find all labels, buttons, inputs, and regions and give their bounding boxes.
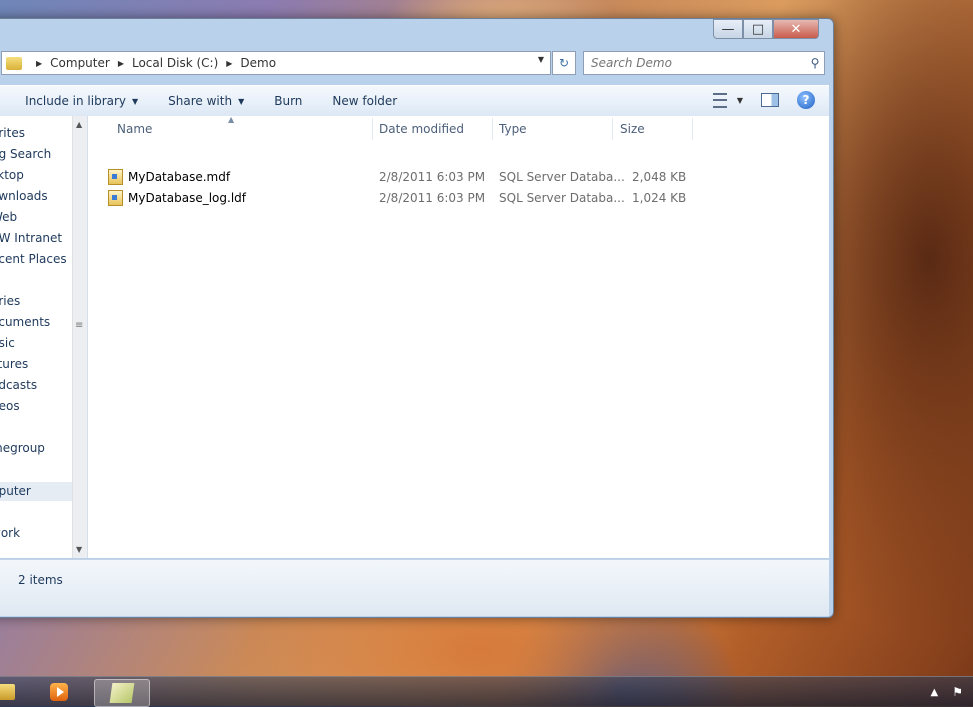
sort-ascending-icon: ▲ [228,115,235,124]
burn-label: Burn [274,94,303,108]
file-row[interactable]: MyDatabase_log.ldf 2/8/2011 6:03 PM SQL … [88,187,829,208]
item-count: 2 items [18,573,63,587]
address-row: ▶ Computer ▶ Local Disk (C:) ▶ Demo ▼ ↻ … [1,51,825,75]
column-header-row: ▲ Name Date modified Type Size [88,115,829,142]
media-player-icon [50,683,68,701]
column-type[interactable]: Type [499,122,527,136]
nav-item-searches[interactable]: ng Search [0,145,77,164]
view-options-icon[interactable] [712,92,727,108]
address-bar[interactable]: ▶ Computer ▶ Local Disk (C:) ▶ Demo ▼ [1,51,551,75]
nav-item-homegroup[interactable]: megroup [0,439,77,458]
column-divider[interactable] [372,118,373,140]
system-tray: ▲ ⚑ [931,685,963,699]
file-type: SQL Server Databa... [499,191,625,205]
breadcrumb-computer[interactable]: Computer [50,56,110,70]
chevron-down-icon: ▼ [238,96,245,106]
file-date: 2/8/2011 6:03 PM [379,170,486,184]
include-in-library-label: Include in library [25,94,127,108]
new-folder-button[interactable]: New folder [332,94,397,108]
preview-pane-icon[interactable] [761,93,779,107]
breadcrumb-demo[interactable]: Demo [240,56,276,70]
taskbar-sql-server-button[interactable] [94,679,150,707]
search-box[interactable]: ⚲ [583,51,825,75]
nav-item-network[interactable]: work [0,524,77,543]
new-folder-label: New folder [332,94,398,108]
database-file-icon [108,190,123,206]
nav-item-videos[interactable]: deos [0,397,77,416]
breadcrumb-arrow-icon[interactable]: ▶ [226,59,232,68]
share-with-button[interactable]: Share with ▼ [168,94,244,108]
taskbar: ▲ ⚑ [0,676,973,707]
action-center-flag-icon[interactable]: ⚑ [952,685,963,699]
file-name: MyDatabase_log.ldf [128,191,246,205]
include-in-library-button[interactable]: Include in library ▼ [25,94,138,108]
chevron-down-icon: ▼ [132,96,139,106]
taskbar-media-player-button[interactable] [32,679,86,705]
refresh-button[interactable]: ↻ [552,51,576,75]
database-file-icon [108,169,123,185]
search-icon[interactable]: ⚲ [806,56,824,70]
file-row[interactable]: MyDatabase.mdf 2/8/2011 6:03 PM SQL Serv… [88,166,829,187]
column-divider[interactable] [612,118,613,140]
nav-item-recent-places[interactable]: ecent Places [0,250,77,269]
minimize-button[interactable]: — [713,19,743,39]
breadcrumb-arrow-icon[interactable]: ▶ [36,59,42,68]
navigation-pane: orites ng Search sktop ownloads Web SW I… [0,116,88,558]
column-divider[interactable] [492,118,493,140]
view-controls: ▼ ? [712,91,815,109]
file-size: 1,024 KB [632,191,687,205]
taskbar-explorer-button[interactable] [0,679,34,705]
breadcrumb-local-disk[interactable]: Local Disk (C:) [132,56,218,70]
file-list: ▲ Name Date modified Type Size MyDatabas… [88,115,829,558]
scroll-up-icon[interactable]: ▲ [76,120,82,129]
nav-item-web[interactable]: Web [0,208,77,227]
nav-item-downloads[interactable]: ownloads [0,187,77,206]
file-size: 2,048 KB [632,170,687,184]
share-with-label: Share with [168,94,233,108]
folder-icon [6,56,22,70]
address-dropdown-icon[interactable]: ▼ [538,55,544,64]
details-pane: 2 items [0,559,829,616]
scroll-thumb-grip-icon[interactable]: ≡ [75,320,83,331]
nav-item-pictures[interactable]: ctures [0,355,77,374]
column-date-modified[interactable]: Date modified [379,122,464,136]
column-name[interactable]: Name [117,122,152,136]
nav-scrollbar[interactable]: ▲ ≡ ▼ [72,116,87,558]
nav-item-intranet[interactable]: SW Intranet [0,229,77,248]
nav-item-desktop[interactable]: sktop [0,166,77,185]
nav-item-libraries[interactable]: aries [0,292,77,311]
file-name: MyDatabase.mdf [128,170,231,184]
nav-item-podcasts[interactable]: odcasts [0,376,77,395]
column-size[interactable]: Size [620,122,645,136]
command-bar: ▼ Include in library ▼ Share with ▼ Burn… [0,85,829,117]
file-date: 2/8/2011 6:03 PM [379,191,486,205]
search-input[interactable] [584,55,806,71]
nav-item-music[interactable]: usic [0,334,77,353]
close-button[interactable]: ✕ [773,19,819,39]
file-type: SQL Server Databa... [499,170,625,184]
sql-server-icon [109,683,135,703]
nav-item-computer[interactable]: nputer [0,482,77,501]
burn-button[interactable]: Burn [274,94,302,108]
help-icon[interactable]: ? [797,91,815,109]
show-hidden-icons-icon[interactable]: ▲ [931,687,939,698]
maximize-button[interactable]: □ [743,19,773,39]
scroll-down-icon[interactable]: ▼ [76,545,82,554]
nav-item-documents[interactable]: ocuments [0,313,77,332]
explorer-window: — □ ✕ ▶ Computer ▶ Local Disk (C:) ▶ Dem… [0,18,834,618]
folder-icon [0,684,15,700]
refresh-icon: ↻ [558,56,570,70]
nav-item-favorites[interactable]: orites [0,124,77,143]
column-divider[interactable] [692,118,693,140]
breadcrumb-arrow-icon[interactable]: ▶ [118,59,124,68]
caption-buttons: — □ ✕ [713,19,819,39]
chevron-down-icon[interactable]: ▼ [737,96,743,105]
breadcrumb: ▶ Computer ▶ Local Disk (C:) ▶ Demo [28,56,276,70]
